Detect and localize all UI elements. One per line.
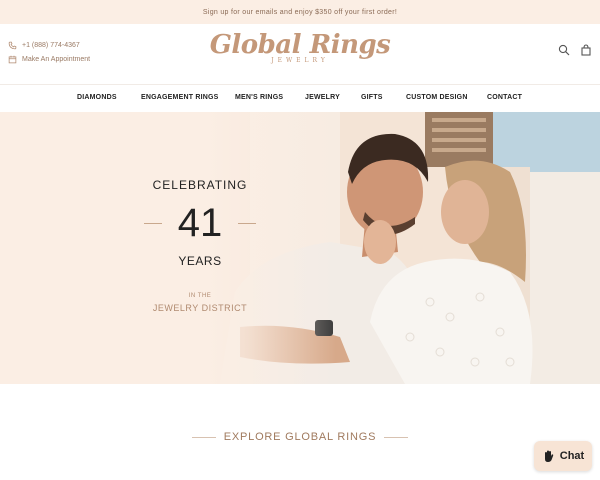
- hero-years-word: YEARS: [178, 254, 222, 268]
- logo[interactable]: Global Rings JEWELRY: [200, 30, 400, 64]
- main-nav: DIAMONDS ENGAGEMENT RINGS MEN'S RINGS JE…: [0, 84, 600, 112]
- chat-label: Chat: [559, 450, 585, 462]
- nav-item-custom-design[interactable]: CUSTOM DESIGN: [406, 94, 468, 101]
- nav-item-gifts[interactable]: GIFTS: [361, 94, 383, 101]
- hero-banner[interactable]: CELEBRATING 41 YEARS IN THE JEWELRY DIST…: [0, 112, 600, 384]
- nav-item-contact[interactable]: CONTACT: [487, 94, 522, 101]
- phone-link[interactable]: +1 (888) 774-4367: [8, 38, 90, 52]
- announcement-bar[interactable]: Sign up for our emails and enjoy $350 of…: [0, 0, 600, 24]
- contact-info: +1 (888) 774-4367 Make An Appointment: [8, 38, 90, 66]
- phone-icon: [8, 41, 17, 49]
- explore-heading: EXPLORE GLOBAL RINGS: [0, 428, 600, 446]
- header-actions: [558, 44, 592, 56]
- search-icon[interactable]: [558, 44, 570, 56]
- phone-number: +1 (888) 774-4367: [22, 41, 80, 49]
- chat-button[interactable]: Chat: [534, 441, 592, 471]
- hero-in-the: IN THE: [188, 293, 212, 299]
- logo-wordmark: Global Rings: [209, 30, 391, 60]
- hero-divider-right: [238, 223, 256, 224]
- explore-divider-right: [384, 436, 409, 438]
- explore-title: EXPLORE GLOBAL RINGS: [223, 431, 377, 443]
- bag-icon[interactable]: [580, 44, 592, 56]
- appointment-link[interactable]: Make An Appointment: [8, 52, 90, 66]
- announcement-text[interactable]: Sign up for our emails and enjoy $350 of…: [203, 9, 397, 16]
- nav-item-diamonds[interactable]: DIAMONDS: [77, 94, 117, 101]
- calendar-icon: [8, 55, 17, 63]
- site-header: +1 (888) 774-4367 Make An Appointment Gl…: [0, 24, 600, 84]
- explore-divider-left: [191, 436, 216, 438]
- waving-hand-icon: [544, 450, 554, 462]
- nav-item-jewelry[interactable]: JEWELRY: [305, 94, 340, 101]
- hero-district: JEWELRY DISTRICT: [152, 303, 248, 313]
- appointment-label: Make An Appointment: [22, 55, 91, 63]
- hero-celebrating: CELEBRATING: [152, 178, 248, 192]
- hero-fade-overlay: [0, 112, 600, 384]
- nav-item-mens-rings[interactable]: MEN'S RINGS: [235, 94, 283, 101]
- nav-item-engagement-rings[interactable]: ENGAGEMENT RINGS: [141, 94, 218, 101]
